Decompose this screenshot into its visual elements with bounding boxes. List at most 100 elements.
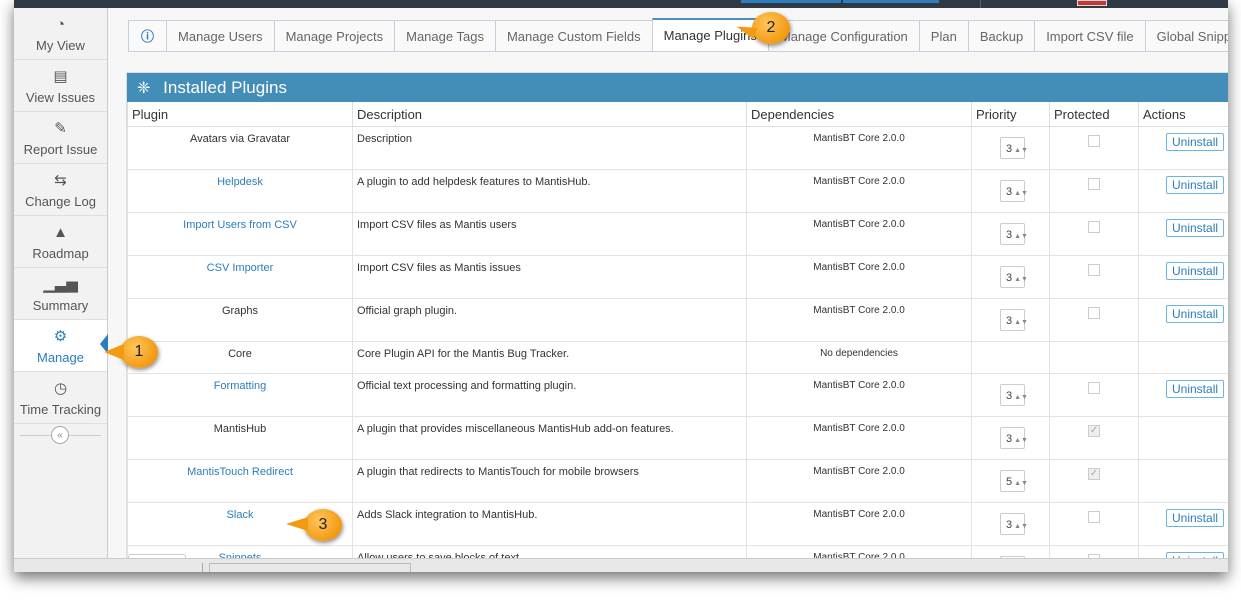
protected-checkbox[interactable]	[1088, 511, 1100, 523]
actions-cell: Uninstall	[1138, 126, 1228, 170]
priority-select[interactable]: 5 ▲▼	[1000, 470, 1028, 492]
protected-checkbox[interactable]	[1088, 178, 1100, 190]
protected-checkbox[interactable]	[1088, 221, 1100, 233]
protected-checkbox[interactable]	[1088, 264, 1100, 276]
plugin-dependencies: MantisBT Core 2.0.0	[746, 169, 972, 213]
table-row: Formatting Official text processing and f…	[127, 373, 1228, 417]
tab-plan[interactable]: Plan	[918, 20, 969, 51]
priority-select[interactable]: 3▲▼	[1000, 137, 1028, 159]
uninstall-button[interactable]: Uninstall	[1166, 219, 1225, 237]
protected-cell: ✓	[1049, 416, 1139, 460]
sidebar-item-label: Roadmap	[32, 246, 89, 261]
plugin-name[interactable]: MantisTouch Redirect	[127, 459, 353, 503]
priority-value: 3	[1006, 433, 1013, 445]
manage-tabs: ⓘ Manage Users Manage Projects Manage Tags…	[128, 18, 1228, 52]
retweet-icon: ⇆	[54, 172, 67, 189]
priority-select[interactable]: 3▲▼	[1000, 223, 1028, 245]
actions-cell: Uninstall	[1138, 169, 1228, 213]
column-header-plugin: Plugin	[127, 102, 353, 127]
plugin-name[interactable]: CSV Importer	[127, 255, 353, 299]
status-field	[209, 563, 411, 572]
priority-value: 3	[1006, 390, 1013, 402]
info-icon[interactable]: ⓘ	[128, 20, 168, 51]
protected-checkbox[interactable]	[1088, 307, 1100, 319]
callout-1: 1	[104, 336, 158, 368]
column-header-actions: Actions	[1138, 102, 1228, 127]
protected-cell	[1049, 212, 1139, 256]
priority-select[interactable]: 3▲▼	[1000, 309, 1028, 331]
plugin-dependencies: MantisBT Core 2.0.0	[746, 212, 972, 256]
priority-select[interactable]: 3▲▼	[1000, 513, 1028, 535]
plugins-table: Plugin Description Dependencies Priority Pro…	[127, 102, 1228, 572]
plugin-description: A plugin that redirects to MantisTouch f…	[352, 459, 747, 503]
plugin-dependencies: MantisBT Core 2.0.0	[746, 416, 972, 460]
navbar-button[interactable]	[843, 0, 939, 3]
priority-cell	[971, 341, 1050, 374]
table-row: Graphs Official graph plugin. MantisBT Cor…	[127, 298, 1228, 342]
sidebar-item-view-issues[interactable]: ▤ View Issues	[14, 60, 107, 112]
tab-manage-custom-fields[interactable]: Manage Custom Fields	[494, 20, 653, 51]
sidebar-item-report-issue[interactable]: ✎ Report Issue	[14, 112, 107, 164]
priority-select[interactable]: 3▲▼	[1000, 384, 1028, 406]
callout-3: 3	[286, 509, 342, 541]
sidebar-item-change-log[interactable]: ⇆ Change Log	[14, 164, 107, 216]
status-divider	[202, 563, 203, 572]
uninstall-button[interactable]: Uninstall	[1166, 509, 1225, 527]
plugin-name[interactable]: Helpdesk	[127, 169, 353, 213]
updown-icon: ▲▼	[1014, 437, 1028, 444]
protected-checkbox[interactable]	[1088, 135, 1100, 147]
sidebar-item-summary[interactable]: ▁▃▅ Summary	[14, 268, 107, 320]
user-avatar[interactable]	[1077, 0, 1107, 6]
priority-cell: 5 ▲▼	[971, 459, 1050, 503]
table-row: Core Core Plugin API for the Mantis Bug T…	[127, 341, 1228, 374]
protected-checkbox[interactable]	[1088, 382, 1100, 394]
plugin-dependencies: MantisBT Core 2.0.0	[746, 298, 972, 342]
uninstall-button[interactable]: Uninstall	[1166, 305, 1225, 323]
sidebar-item-roadmap[interactable]: ▲ Roadmap	[14, 216, 107, 268]
tab-manage-projects[interactable]: Manage Projects	[273, 20, 396, 51]
tab-manage-users[interactable]: Manage Users	[166, 20, 275, 51]
updown-icon: ▲▼	[1014, 276, 1028, 283]
uninstall-button[interactable]: Uninstall	[1166, 262, 1225, 280]
tab-manage-tags[interactable]: Manage Tags	[394, 20, 496, 51]
priority-cell: 3▲▼	[971, 255, 1050, 299]
column-header-description: Description	[352, 102, 747, 127]
plugin-dependencies: MantisBT Core 2.0.0	[746, 373, 972, 417]
updown-icon: ▲▼	[1014, 319, 1028, 326]
priority-cell: 3▲▼	[971, 416, 1050, 460]
plugin-name[interactable]: Import Users from CSV	[127, 212, 353, 256]
panel-title: Installed Plugins	[163, 78, 287, 97]
table-row: MantisTouch Redirect A plugin that redire…	[127, 459, 1228, 503]
plugin-name: Graphs	[127, 298, 353, 342]
priority-select[interactable]: 3▲▼	[1000, 180, 1028, 202]
sidebar: ◔ My View ▤ View Issues ✎ Report Issue ⇆ Change…	[14, 8, 108, 572]
navbar-button[interactable]	[741, 0, 841, 3]
sidebar-item-my-view[interactable]: ◔ My View	[14, 8, 107, 60]
priority-select[interactable]: 3▲▼	[1000, 427, 1028, 449]
priority-select[interactable]: 3▲▼	[1000, 266, 1028, 288]
top-navbar	[14, 0, 1228, 8]
plugin-dependencies: MantisBT Core 2.0.0	[746, 126, 972, 170]
priority-value: 3	[1006, 229, 1013, 241]
plugin-dependencies: No dependencies	[746, 341, 972, 374]
plugin-name: Avatars via Gravatar	[127, 126, 353, 170]
updown-icon: ▲▼	[1014, 523, 1028, 530]
tab-manage-configuration[interactable]: Manage Configuration	[767, 20, 920, 51]
uninstall-button[interactable]: Uninstall	[1166, 133, 1225, 151]
uninstall-button[interactable]: Uninstall	[1166, 176, 1225, 194]
tab-backup[interactable]: Backup	[967, 20, 1036, 51]
tab-global-snippets[interactable]: Global Snippets	[1144, 20, 1228, 51]
table-row: Helpdesk A plugin to add helpdesk feature…	[127, 169, 1228, 213]
sidebar-item-time-tracking[interactable]: ◷ Time Tracking	[14, 372, 107, 424]
sidebar-item-manage[interactable]: ⚙ Manage	[14, 320, 108, 372]
priority-cell: 3▲▼	[971, 169, 1050, 213]
plugin-description: Import CSV files as Mantis issues	[352, 255, 747, 299]
plugin-name[interactable]: Formatting	[127, 373, 353, 417]
collapse-sidebar-icon[interactable]: «	[51, 426, 69, 444]
column-header-priority: Priority	[971, 102, 1050, 127]
uninstall-button[interactable]: Uninstall	[1166, 380, 1225, 398]
tab-import-csv-file[interactable]: Import CSV file	[1034, 20, 1146, 51]
updown-icon: ▲▼	[1014, 233, 1028, 240]
gears-icon: ⚙	[53, 328, 68, 345]
priority-value: 3	[1006, 272, 1013, 284]
